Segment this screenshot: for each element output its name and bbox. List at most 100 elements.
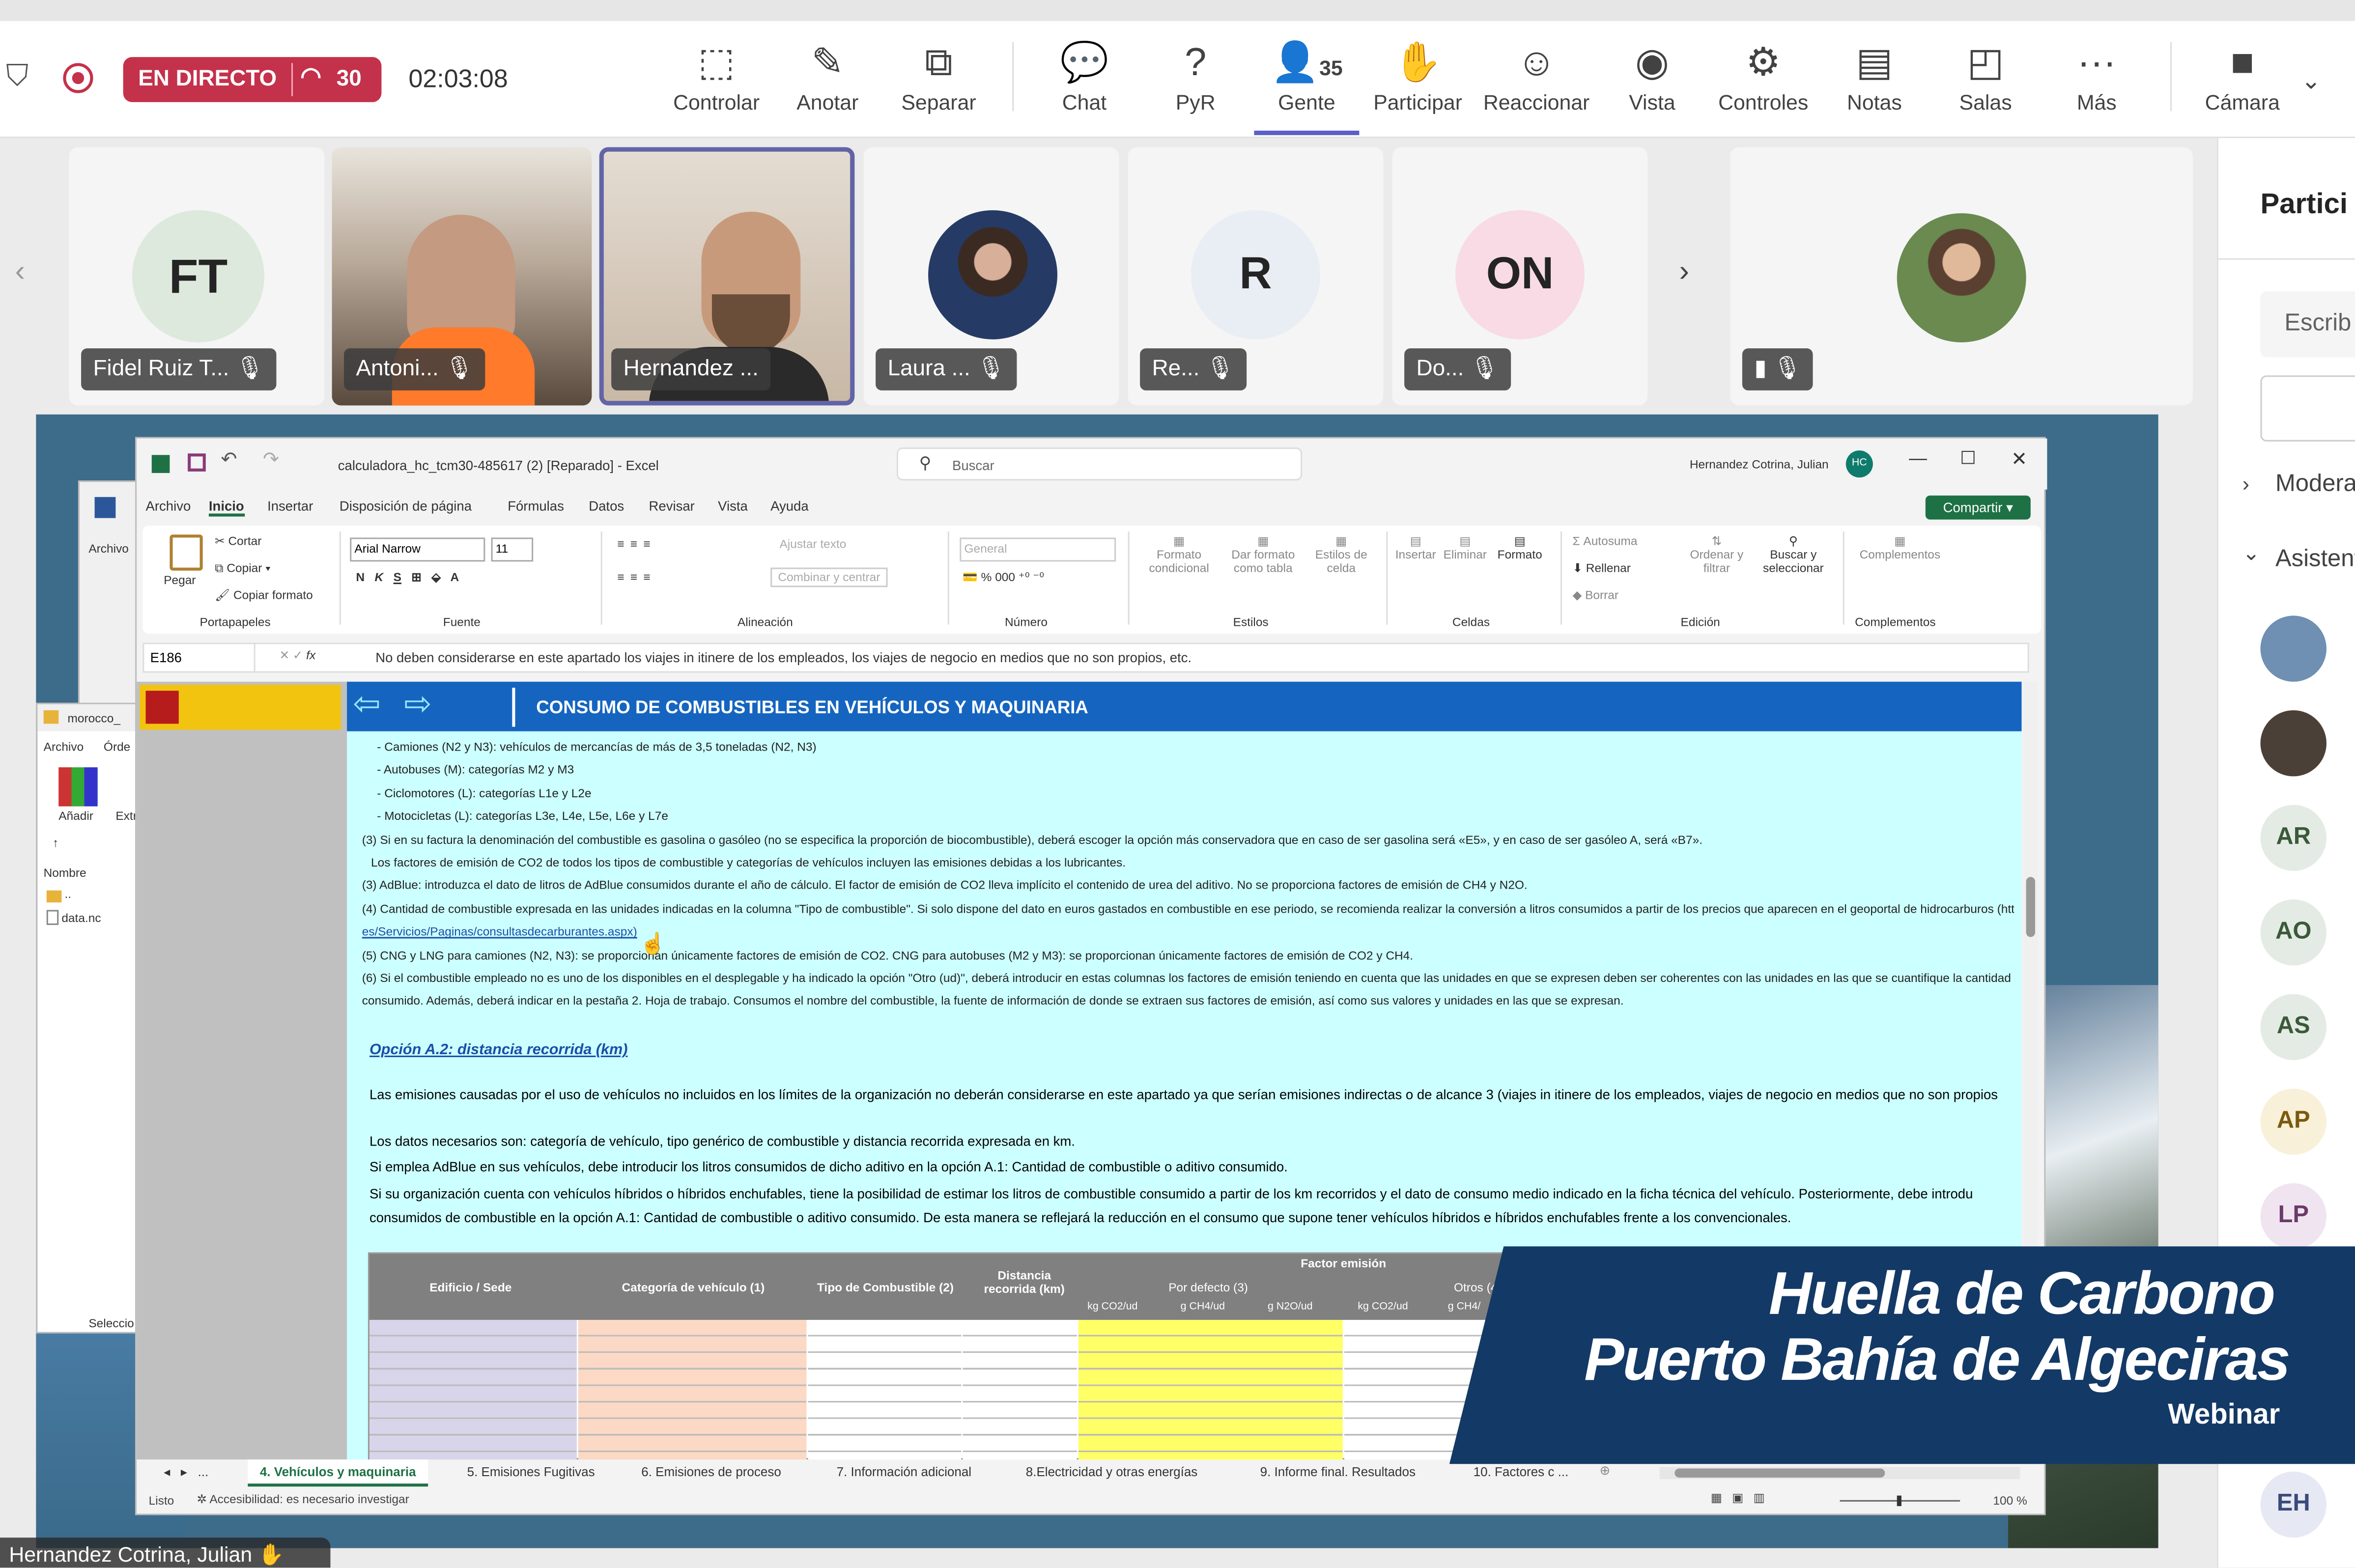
- avatar[interactable]: AR: [2260, 805, 2327, 871]
- arrow-right-icon[interactable]: ⇨: [404, 685, 431, 724]
- tab-vista[interactable]: Vista: [718, 499, 748, 514]
- zoom-slider[interactable]: [1840, 1495, 1960, 1506]
- font-name-select[interactable]: Arial Narrow: [350, 537, 485, 562]
- rooms-button[interactable]: ◰ Salas: [1933, 36, 2038, 135]
- raise-hand-button[interactable]: ✋ Participar: [1365, 36, 1471, 135]
- horizontal-scrollbar[interactable]: [1659, 1467, 2020, 1479]
- fill-button[interactable]: ⬇ Rellenar: [1572, 561, 1630, 575]
- formula-input[interactable]: No deben considerarse en este apartado l…: [375, 650, 1192, 666]
- format-cells-button[interactable]: ▤ Formato: [1498, 534, 1542, 561]
- participant-tile[interactable]: ▮ 🎙: [1730, 147, 2193, 406]
- tab-datos[interactable]: Datos: [589, 499, 624, 514]
- chevron-right-icon[interactable]: ›: [1679, 255, 1689, 290]
- add-sheet-icon[interactable]: ⊕: [1599, 1462, 1610, 1479]
- user-avatar[interactable]: HC: [1845, 450, 1873, 478]
- chevron-down-icon[interactable]: ⌄: [2301, 66, 2321, 96]
- participant-tile[interactable]: FT Fidel Ruiz T... 🎙: [69, 147, 325, 406]
- avatar[interactable]: EH: [2260, 1471, 2327, 1538]
- sheet-tab[interactable]: 5. Emisiones Fugitivas: [467, 1464, 595, 1479]
- controls-button[interactable]: ⚙ Controles: [1711, 36, 1816, 135]
- share-button[interactable]: Compartir ▾: [1925, 495, 2031, 520]
- cut-button[interactable]: ✂ Cortar: [215, 534, 261, 548]
- add-ins-button[interactable]: ▦ Complementos: [1852, 534, 1948, 561]
- avatar[interactable]: [2260, 616, 2327, 682]
- close-icon[interactable]: ✕: [2011, 448, 2027, 472]
- excel-search-box[interactable]: ⚲ Buscar: [896, 447, 1303, 481]
- tab-formulas[interactable]: Fórmulas: [508, 499, 564, 514]
- conditional-format-button[interactable]: ▦ Formato condicional: [1149, 534, 1209, 575]
- redo-icon[interactable]: ↷: [263, 448, 279, 472]
- attendees-section[interactable]: Asistent: [2275, 547, 2355, 574]
- chevron-right-icon[interactable]: ›: [2242, 472, 2249, 496]
- sheet-tab[interactable]: 7. Información adicional: [837, 1464, 971, 1479]
- format-painter-button[interactable]: 🖌 Copiar formato: [215, 588, 313, 602]
- participant-tile-active-speaker[interactable]: Hernandez ...: [599, 147, 855, 406]
- fx-icon[interactable]: ✕ ✓ fx: [280, 649, 316, 663]
- autosum-button[interactable]: Σ Autosuma: [1572, 534, 1637, 548]
- find-select-button[interactable]: ⚲ Buscar y seleccionar: [1756, 534, 1831, 575]
- sheet-tab[interactable]: 8.Electricidad y otras energías: [1026, 1464, 1198, 1479]
- paste-button[interactable]: Pegar: [164, 574, 196, 588]
- sort-filter-button[interactable]: ⇅ Ordenar y filtrar: [1687, 534, 1747, 575]
- viewer-count: 30: [336, 66, 362, 92]
- font-size-select[interactable]: 11: [491, 537, 534, 562]
- save-icon[interactable]: [188, 453, 206, 472]
- wrap-text-button[interactable]: Ajustar texto: [779, 537, 846, 551]
- chat-button[interactable]: 💬 Chat: [1032, 36, 1137, 135]
- participant-tile[interactable]: Antoni... 🎙: [332, 147, 592, 406]
- chevron-down-icon[interactable]: ⌄: [2242, 540, 2260, 566]
- number-buttons[interactable]: 💳 % 000 ⁺⁰ ⁻⁰: [963, 571, 1044, 585]
- clear-button[interactable]: ◆ Borrar: [1572, 588, 1618, 602]
- avatar[interactable]: LP: [2260, 1183, 2327, 1250]
- view-button[interactable]: ◉ Vista: [1599, 36, 1704, 135]
- people-button[interactable]: 👤35 Gente: [1254, 36, 1360, 136]
- align-buttons[interactable]: ≡≡≡: [617, 537, 656, 551]
- sheet-tab-active[interactable]: 4. Vehículos y maquinaria: [248, 1459, 428, 1487]
- notes-button[interactable]: ▤ Notas: [1822, 36, 1927, 135]
- moderators-section[interactable]: Modera: [2275, 472, 2355, 499]
- tab-archivo[interactable]: Archivo: [146, 499, 191, 514]
- sheet-tab[interactable]: 9. Informe final. Resultados: [1260, 1464, 1416, 1479]
- name-box[interactable]: E186: [144, 644, 255, 672]
- control-button[interactable]: ⬚ Controlar: [664, 36, 769, 135]
- annotate-button[interactable]: ✎ Anotar: [775, 36, 880, 135]
- maximize-icon[interactable]: ☐: [1960, 448, 1976, 469]
- participant-tile[interactable]: R Re... 🎙: [1128, 147, 1384, 406]
- sheet-tab[interactable]: 6. Emisiones de proceso: [641, 1464, 781, 1479]
- live-badge[interactable]: EN DIRECTO ◠ 30: [123, 57, 382, 102]
- minimize-icon[interactable]: —: [1909, 448, 1927, 469]
- delete-cells-button[interactable]: ▤ Eliminar: [1444, 534, 1487, 561]
- insert-cells-button[interactable]: ▤ Insertar: [1395, 534, 1436, 561]
- sheet-tab[interactable]: 10. Factores c ...: [1474, 1464, 1569, 1479]
- tab-disposicion[interactable]: Disposición de página: [340, 499, 472, 514]
- format-table-button[interactable]: ▦ Dar formato como tabla: [1227, 534, 1299, 575]
- number-format-select[interactable]: General: [960, 537, 1116, 562]
- copy-button[interactable]: ⧉ Copiar ▾: [215, 561, 270, 577]
- react-button[interactable]: ☺ Reaccionar: [1482, 36, 1590, 135]
- tab-inicio[interactable]: Inicio: [208, 499, 244, 517]
- align-buttons-2[interactable]: ≡≡≡: [617, 571, 656, 585]
- font-style-buttons[interactable]: N K S ⊞ ⬙ A: [356, 571, 459, 585]
- cell-styles-button[interactable]: ▦ Estilos de celda: [1311, 534, 1371, 575]
- tab-revisar[interactable]: Revisar: [649, 499, 695, 514]
- arrow-left-icon[interactable]: ⇦: [353, 685, 380, 724]
- participant-search-input[interactable]: Escrib: [2260, 291, 2355, 358]
- pop-out-button[interactable]: ⧉ Separar: [886, 36, 992, 135]
- merge-center-button[interactable]: Combinar y centrar: [770, 567, 888, 588]
- camera-button[interactable]: ■ Cámara: [2190, 36, 2295, 135]
- participant-tile[interactable]: ON Do... 🎙: [1392, 147, 1648, 406]
- undo-icon[interactable]: ↶: [221, 448, 237, 472]
- avatar[interactable]: [2260, 710, 2327, 777]
- avatar[interactable]: AS: [2260, 994, 2327, 1061]
- participant-tile[interactable]: Laura ... 🎙: [863, 147, 1119, 406]
- chevron-left-icon[interactable]: ‹: [15, 255, 25, 290]
- tab-ayuda[interactable]: Ayuda: [770, 499, 809, 514]
- avatar[interactable]: AP: [2260, 1089, 2327, 1155]
- avatar[interactable]: AO: [2260, 899, 2327, 966]
- qa-button[interactable]: ? PyR: [1143, 36, 1248, 135]
- panel-input-box[interactable]: [2260, 375, 2355, 442]
- tab-insertar[interactable]: Insertar: [267, 499, 313, 514]
- accessibility-icon[interactable]: ✲ Accesibilidad: es necesario investigar: [197, 1492, 409, 1506]
- view-mode-icons[interactable]: ▦ ▣ ▥: [1711, 1491, 1765, 1505]
- more-button[interactable]: ··· Más: [2044, 36, 2149, 135]
